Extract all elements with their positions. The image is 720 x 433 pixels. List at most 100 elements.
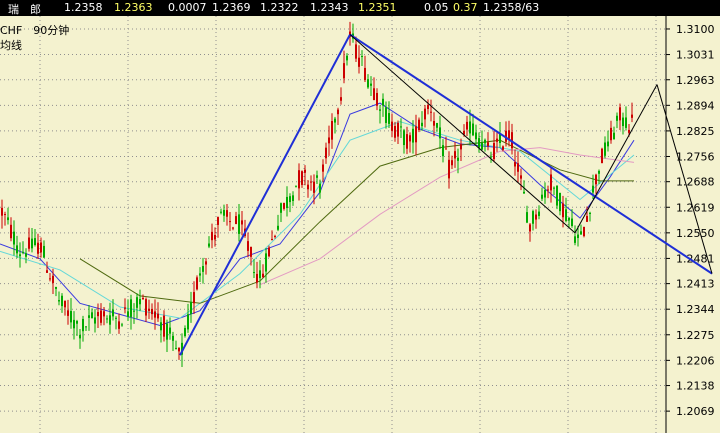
candle-body (310, 181, 312, 183)
candle-body (598, 170, 600, 174)
quote-value: 1.2358/63 (483, 1, 540, 14)
candle-body (160, 322, 162, 331)
candle-body (217, 217, 219, 225)
candle-body (325, 147, 327, 159)
candle-body (73, 319, 75, 329)
candle-body (403, 130, 405, 146)
candle-body (19, 254, 21, 257)
candle-body (127, 311, 129, 317)
quote-symbol: 瑞 郎 (8, 3, 41, 16)
candle-body (28, 237, 30, 249)
candle-body (529, 224, 531, 232)
candle-body (610, 127, 612, 141)
candle-body (514, 162, 516, 167)
candle-body (592, 185, 594, 193)
candle-body (70, 311, 72, 323)
candle-body (625, 117, 627, 128)
candle-body (238, 214, 240, 234)
candle-body (622, 117, 624, 127)
candle-body (406, 134, 408, 149)
y-tick-label: 1.2138 (676, 380, 715, 393)
candle-body (286, 196, 288, 209)
y-tick-label: 1.2963 (676, 74, 715, 87)
quote-value: 1.2322 (260, 1, 299, 14)
candle-body (541, 194, 543, 199)
candle-body (574, 236, 576, 243)
candle-body (154, 311, 156, 318)
candle-body (142, 298, 144, 300)
candle-body (496, 138, 498, 142)
candle-body (130, 299, 132, 317)
candle-body (532, 211, 534, 224)
candle-body (274, 235, 276, 237)
candle-body (442, 145, 444, 157)
candle-body (256, 273, 258, 283)
candle-body (334, 118, 336, 123)
y-tick-label: 1.2894 (676, 99, 715, 112)
candle-body (223, 209, 225, 216)
candle-body (484, 139, 486, 144)
candle-body (370, 83, 372, 86)
candle-body (430, 111, 432, 113)
candle-body (295, 186, 297, 188)
candle-body (493, 142, 495, 160)
candle-body (619, 107, 621, 121)
candle-body (31, 238, 33, 249)
quote-value: 0.37 (453, 1, 478, 14)
candle-body (595, 174, 597, 185)
candle-body (313, 181, 315, 193)
candle-body (97, 312, 99, 317)
candle-body (322, 164, 324, 172)
candle-body (316, 175, 318, 178)
candle-body (94, 317, 96, 324)
candle-body (613, 132, 615, 140)
candle-body (112, 309, 114, 317)
candle-body (199, 273, 201, 276)
candle-body (571, 218, 573, 226)
candle-body (121, 324, 123, 326)
y-tick-label: 1.2344 (676, 303, 715, 316)
candle-body (100, 310, 102, 323)
candle-body (265, 253, 267, 272)
candle-body (553, 187, 555, 189)
candle-body (58, 300, 60, 302)
candle-body (187, 314, 189, 330)
candle-body (91, 312, 93, 319)
chart-header-symbol: CHF 90分钟 (0, 24, 70, 37)
chart-window: 1.3100 1.3031 1.2963 1.2894 1.2825 1.2756 1.26… (0, 0, 720, 433)
candle-body (148, 308, 150, 311)
candle-body (628, 129, 630, 133)
candle-body (136, 297, 138, 308)
candle-body (523, 191, 525, 194)
candle-body (151, 308, 153, 315)
candle-body (565, 209, 567, 221)
candle-body (607, 141, 609, 147)
candle-body (508, 130, 510, 139)
candle-body (178, 347, 180, 352)
y-tick-label: 1.2206 (676, 354, 715, 367)
price-chart: 1.3100 1.3031 1.2963 1.2894 1.2825 1.2756 1.26… (0, 0, 720, 433)
candle-body (451, 160, 453, 166)
candle-body (184, 328, 186, 337)
candle-body (601, 148, 603, 164)
candle-body (157, 313, 159, 319)
quote-value: 1.2369 (212, 1, 251, 14)
candle-body (355, 44, 357, 59)
quote-value: 0.05 (424, 1, 449, 14)
candle-body (253, 272, 255, 274)
candle-body (391, 121, 393, 131)
candle-body (106, 318, 108, 320)
candle-body (226, 210, 228, 217)
candle-body (454, 151, 456, 159)
quote-value: 1.2363 (114, 1, 153, 14)
candle-body (229, 221, 231, 223)
candle-body (268, 247, 270, 257)
candle-body (319, 183, 321, 193)
candle-body (79, 334, 81, 339)
candle-body (559, 192, 561, 212)
candle-body (580, 231, 582, 235)
candle-body (25, 253, 27, 257)
candle-body (22, 251, 24, 253)
candle-body (535, 214, 537, 220)
candle-body (139, 299, 141, 305)
